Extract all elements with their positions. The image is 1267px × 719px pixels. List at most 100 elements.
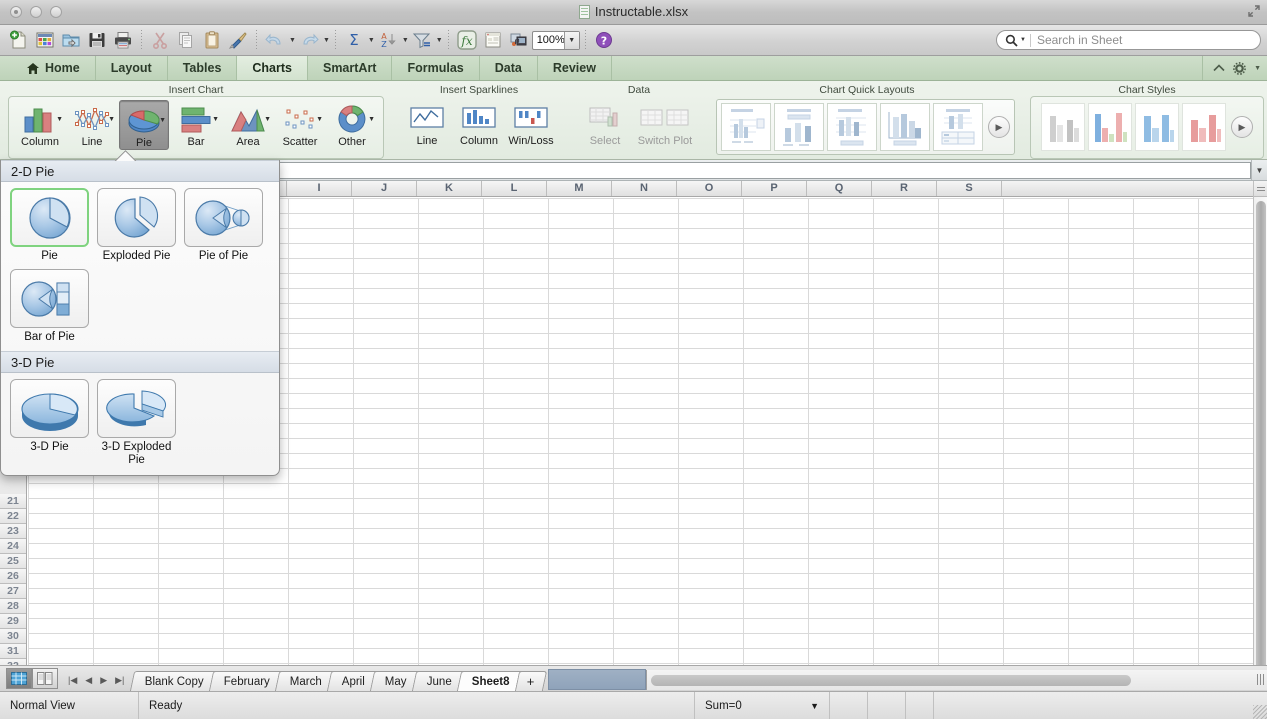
fullscreen-icon[interactable]: [1247, 4, 1261, 18]
sheet-tab-february[interactable]: February: [209, 671, 286, 691]
insert-area-chart-button[interactable]: ▼ Area: [223, 100, 273, 148]
zoom-control[interactable]: 100% ▼: [531, 30, 580, 50]
quick-layout-option[interactable]: [827, 103, 877, 151]
quick-layout-option[interactable]: [774, 103, 824, 151]
tab-home[interactable]: Home: [12, 56, 96, 80]
chevron-down-icon[interactable]: ▼: [108, 116, 115, 123]
menu-item-3d-exploded-pie[interactable]: 3-D Exploded Pie: [93, 379, 180, 467]
printer-icon[interactable]: [110, 27, 136, 53]
tab-charts[interactable]: Charts: [237, 56, 308, 80]
insert-bar-chart-button[interactable]: ▼ Bar: [171, 100, 221, 148]
new-doc-icon[interactable]: [6, 27, 32, 53]
vertical-scroll-thumb[interactable]: [1256, 201, 1266, 671]
fx-icon[interactable]: fx: [454, 27, 480, 53]
tab-formulas[interactable]: Formulas: [392, 56, 480, 80]
chevron-up-icon[interactable]: [1213, 64, 1225, 72]
menu-item-exploded-pie[interactable]: Exploded Pie: [93, 188, 180, 263]
prev-sheet-icon[interactable]: ◀: [85, 675, 92, 686]
paintbrush-icon[interactable]: [225, 27, 251, 53]
row-header-22[interactable]: 22: [0, 509, 26, 524]
media-browser-icon[interactable]: [506, 27, 532, 53]
insert-pie-chart-button[interactable]: ▼ Pie: [119, 100, 169, 150]
gear-icon[interactable]: [1233, 61, 1246, 75]
insert-scatter-chart-button[interactable]: ▼ Scatter: [275, 100, 325, 148]
undo-arrow-icon[interactable]: [262, 27, 288, 53]
tab-layout[interactable]: Layout: [96, 56, 168, 80]
status-summary[interactable]: Sum=0 ▼: [695, 691, 830, 719]
menu-item-pie[interactable]: Pie: [6, 188, 93, 263]
switch-plot-button[interactable]: Switch Plot: [632, 99, 698, 147]
row-header-25[interactable]: 25: [0, 554, 26, 569]
row-header-26[interactable]: 26: [0, 569, 26, 584]
row-header-29[interactable]: 29: [0, 614, 26, 629]
column-header-M[interactable]: M: [547, 181, 612, 196]
status-summary-caret[interactable]: ▼: [810, 701, 819, 711]
menu-item-bar-of-pie[interactable]: Bar of Pie: [6, 269, 93, 344]
template-icon[interactable]: [32, 27, 58, 53]
chevron-down-icon[interactable]: ▼: [1251, 160, 1267, 180]
column-header-L[interactable]: L: [482, 181, 547, 196]
row-header-28[interactable]: 28: [0, 599, 26, 614]
quick-layout-option[interactable]: [933, 103, 983, 151]
sheet-tab-blank-copy[interactable]: Blank Copy: [130, 671, 220, 691]
sparkline-line-button[interactable]: Line: [402, 99, 452, 147]
menu-item-pie-of-pie[interactable]: Pie of Pie: [180, 188, 267, 263]
funnel-icon[interactable]: [409, 27, 435, 53]
column-header-P[interactable]: P: [742, 181, 807, 196]
chart-style-option[interactable]: [1041, 103, 1085, 151]
column-header-J[interactable]: J: [352, 181, 417, 196]
vertical-scrollbar[interactable]: [1253, 181, 1267, 709]
paste-icon[interactable]: [199, 27, 225, 53]
gallery-next-icon[interactable]: ▶: [988, 116, 1010, 138]
chart-style-option[interactable]: [1135, 103, 1179, 151]
split-handle-icon[interactable]: [1257, 674, 1264, 685]
page-layout-view-button[interactable]: [32, 668, 58, 689]
column-header-O[interactable]: O: [677, 181, 742, 196]
sigma-icon[interactable]: Σ: [341, 27, 367, 53]
search-magnifier-icon[interactable]: [1005, 34, 1018, 47]
gear-dropdown-caret[interactable]: ▼: [1254, 65, 1261, 72]
redo-arrow-icon[interactable]: [296, 27, 322, 53]
chevron-down-icon[interactable]: ▼: [212, 116, 219, 123]
undo-dropdown-caret[interactable]: ▼: [289, 37, 296, 44]
select-data-button[interactable]: Select: [580, 99, 630, 147]
chevron-down-icon[interactable]: ▼: [368, 116, 375, 123]
horizontal-scroll-thumb[interactable]: [651, 674, 1132, 686]
column-header-I[interactable]: I: [287, 181, 352, 196]
chevron-down-icon[interactable]: ▼: [316, 116, 323, 123]
horizontal-scrollbar[interactable]: [646, 670, 1267, 690]
row-header-24[interactable]: 24: [0, 539, 26, 554]
formula-input[interactable]: [228, 161, 1251, 179]
sparkline-winloss-button[interactable]: Win/Loss: [506, 99, 556, 147]
window-resize-grip[interactable]: [1253, 705, 1267, 719]
chevron-down-icon[interactable]: ▼: [264, 116, 271, 123]
copy-icon[interactable]: [173, 27, 199, 53]
insert-line-chart-button[interactable]: ▼ Line: [67, 100, 117, 148]
insert-other-chart-button[interactable]: ▼ Other: [327, 100, 377, 148]
autosum-dropdown-caret[interactable]: ▼: [368, 37, 375, 44]
tab-data[interactable]: Data: [480, 56, 538, 80]
column-header-S[interactable]: S: [937, 181, 1002, 196]
toolbox-icon[interactable]: [480, 27, 506, 53]
column-header-K[interactable]: K: [417, 181, 482, 196]
quick-layout-option[interactable]: [880, 103, 930, 151]
add-sheet-button[interactable]: +: [514, 671, 547, 691]
gallery-next-icon[interactable]: ▶: [1231, 116, 1253, 138]
split-handle-icon[interactable]: [1254, 181, 1267, 197]
tab-resize-handle[interactable]: [548, 669, 647, 690]
sparkline-column-button[interactable]: Column: [454, 99, 504, 147]
column-header-Q[interactable]: Q: [807, 181, 872, 196]
redo-dropdown-caret[interactable]: ▼: [323, 37, 330, 44]
column-header-R[interactable]: R: [872, 181, 937, 196]
search-input[interactable]: ▼ Search in Sheet: [996, 30, 1261, 50]
quick-layout-option[interactable]: [721, 103, 771, 151]
last-sheet-icon[interactable]: ▶|: [115, 675, 124, 686]
normal-view-button[interactable]: [6, 668, 32, 689]
first-sheet-icon[interactable]: |◀: [68, 675, 77, 686]
zoom-stepper-icon[interactable]: ▼: [563, 31, 579, 49]
scissors-icon[interactable]: [147, 27, 173, 53]
open-folder-icon[interactable]: [58, 27, 84, 53]
row-header-23[interactable]: 23: [0, 524, 26, 539]
tab-review[interactable]: Review: [538, 56, 612, 80]
insert-column-chart-button[interactable]: ▼ Column: [15, 100, 65, 148]
